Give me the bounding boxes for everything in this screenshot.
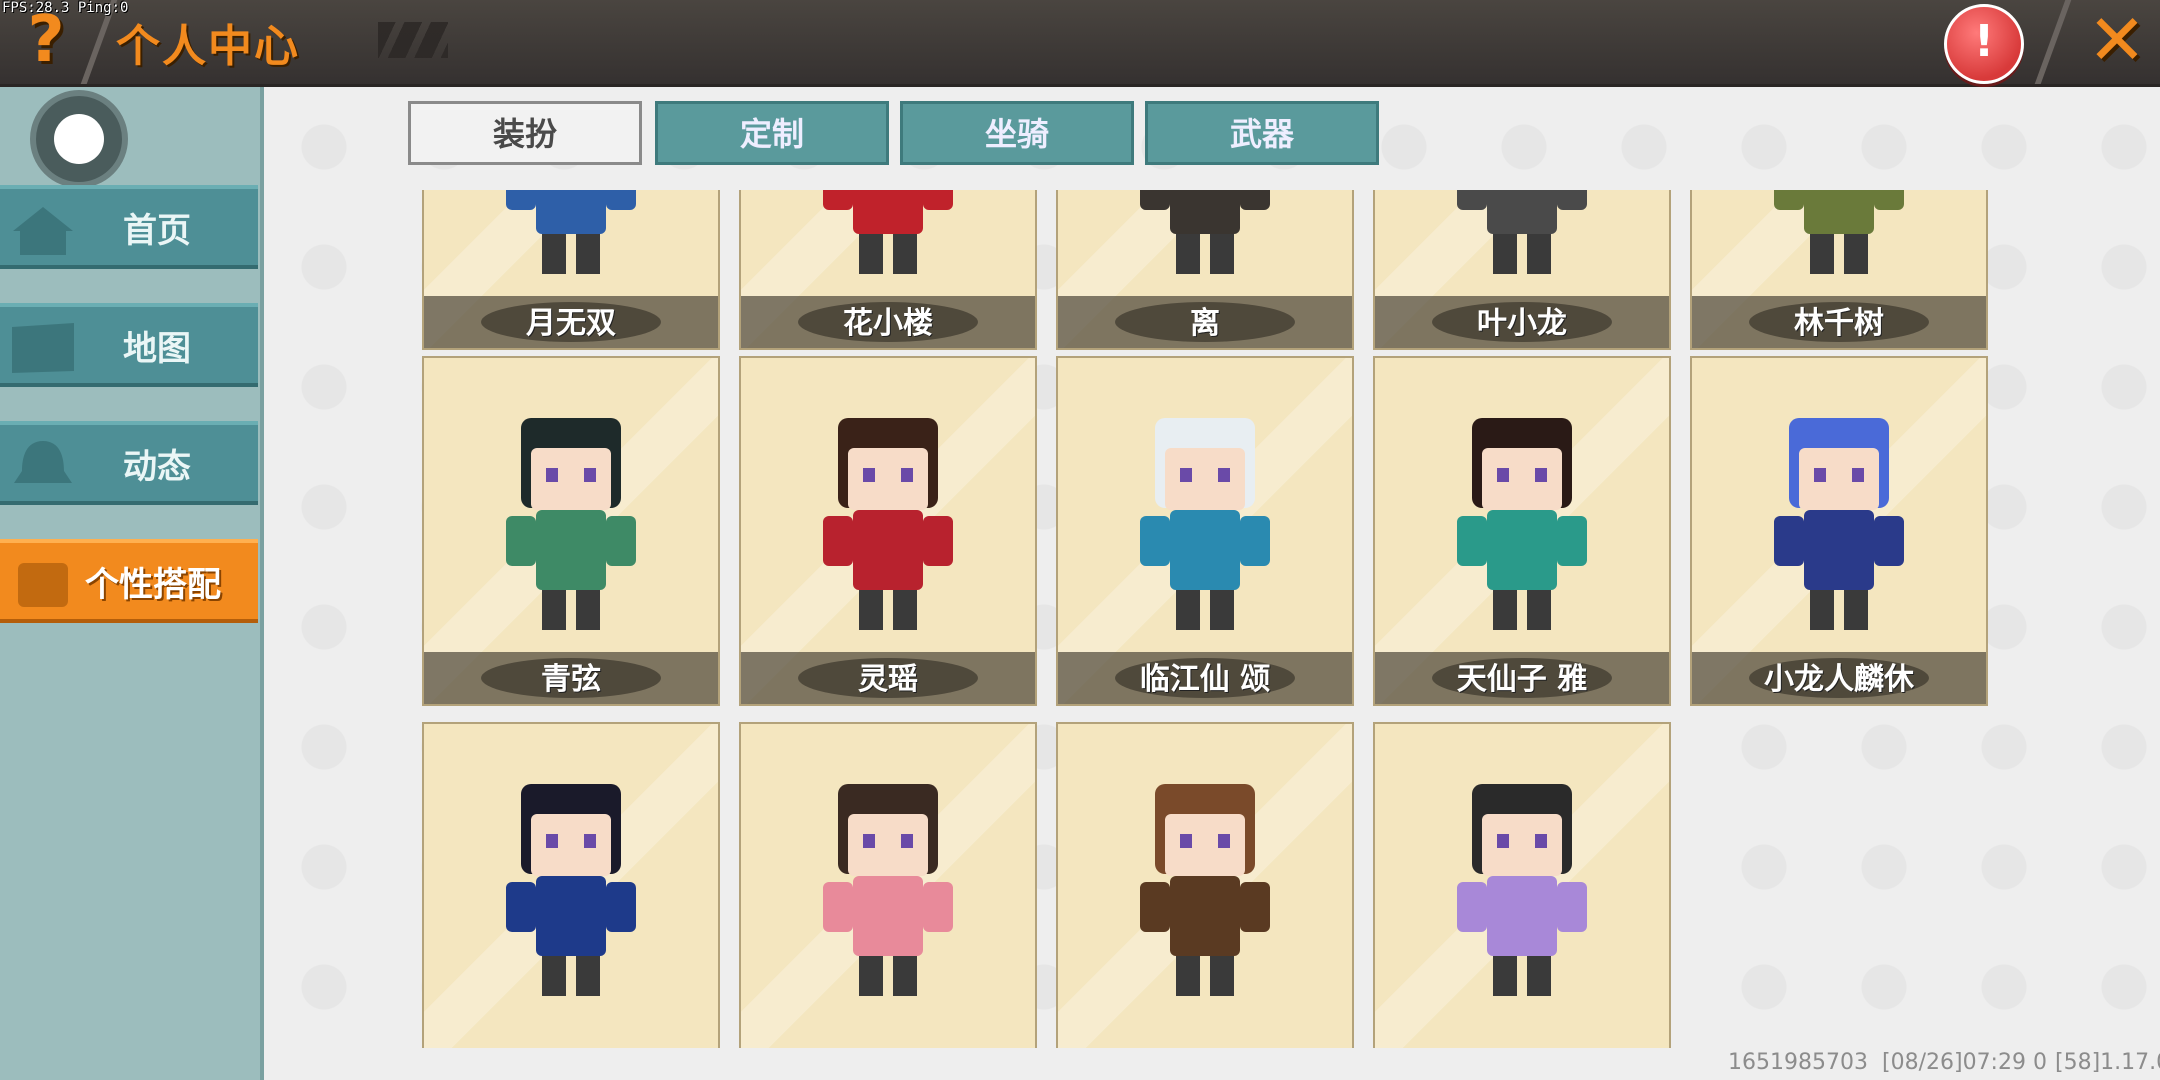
skin-card[interactable]: 临江仙 颂 bbox=[1056, 356, 1354, 706]
toggle-button[interactable] bbox=[30, 90, 128, 188]
skin-card[interactable] bbox=[422, 722, 720, 1048]
debug-overlay: FPS:28.3 Ping:0 bbox=[2, 0, 129, 16]
sidebar-item-feed[interactable]: 动态 bbox=[0, 421, 258, 505]
sidebar-item-label: 地图 bbox=[123, 329, 191, 369]
divider bbox=[2034, 0, 2072, 84]
character-figure bbox=[1457, 190, 1587, 274]
skin-name: 青弦 bbox=[541, 662, 601, 697]
sidebar-item-label: 首页 bbox=[123, 211, 191, 251]
skin-card[interactable]: 月无双 bbox=[422, 190, 720, 350]
user-id: 1651985703 bbox=[1728, 1050, 1868, 1075]
skin-card[interactable]: 天仙子 雅 bbox=[1373, 356, 1671, 706]
tab-outfit[interactable]: 装扮 bbox=[408, 101, 642, 165]
skin-name: 叶小龙 bbox=[1477, 306, 1567, 341]
toggle-knob bbox=[54, 114, 104, 164]
skin-card[interactable]: 灵瑶 bbox=[739, 356, 1037, 706]
skin-name: 天仙子 雅 bbox=[1456, 662, 1588, 697]
skin-name: 小龙人麟休 bbox=[1764, 662, 1914, 697]
skin-name: 花小楼 bbox=[843, 306, 933, 341]
character-figure bbox=[506, 190, 636, 274]
sidebar-item-style[interactable]: 个性搭配 bbox=[0, 539, 258, 623]
sidebar-item-label: 动态 bbox=[123, 447, 191, 487]
tab-custom[interactable]: 定制 bbox=[655, 101, 889, 165]
sidebar-item-label: 个性搭配 bbox=[85, 565, 221, 605]
sidebar-item-home[interactable]: 首页 bbox=[0, 185, 258, 269]
character-figure bbox=[1457, 418, 1587, 630]
character-figure bbox=[823, 784, 953, 996]
character-figure bbox=[823, 190, 953, 274]
character-figure bbox=[1140, 190, 1270, 274]
close-button[interactable]: ✕ bbox=[2082, 2, 2152, 78]
character-figure bbox=[1140, 418, 1270, 630]
character-figure bbox=[1774, 418, 1904, 630]
character-figure bbox=[506, 784, 636, 996]
skin-grid: 月无双 花小楼 离 叶小龙 林千树青弦 灵瑶 临江仙 颂 天仙子 雅 小龙人麟休 bbox=[422, 190, 2002, 1048]
sidebar: 首页 地图 动态 个性搭配 bbox=[0, 87, 264, 1080]
skin-name: 林千树 bbox=[1794, 306, 1884, 341]
skin-name: 月无双 bbox=[526, 306, 616, 341]
skin-card[interactable]: 离 bbox=[1056, 190, 1354, 350]
character-figure bbox=[823, 418, 953, 630]
version-label: [58]1.17.0 bbox=[2055, 1050, 2160, 1075]
skin-card[interactable] bbox=[1373, 722, 1671, 1048]
tab-mount[interactable]: 坐骑 bbox=[900, 101, 1134, 165]
skin-name: 灵瑶 bbox=[858, 662, 918, 697]
timestamp: [08/26]07:29 0 bbox=[1882, 1050, 2047, 1075]
character-figure bbox=[1457, 784, 1587, 996]
top-bar: ? 个人中心 ! ✕ bbox=[0, 0, 2160, 87]
skin-name: 临江仙 颂 bbox=[1139, 662, 1271, 697]
decoration-stripes bbox=[378, 22, 448, 58]
skin-card[interactable]: 林千树 bbox=[1690, 190, 1988, 350]
skin-card[interactable]: 叶小龙 bbox=[1373, 190, 1671, 350]
tab-weapon[interactable]: 武器 bbox=[1145, 101, 1379, 165]
skin-name: 离 bbox=[1190, 306, 1220, 341]
character-figure bbox=[1774, 190, 1904, 274]
character-figure bbox=[506, 418, 636, 630]
skin-card[interactable] bbox=[1056, 722, 1354, 1048]
skin-card[interactable]: 青弦 bbox=[422, 356, 720, 706]
skin-card[interactable]: 小龙人麟休 bbox=[1690, 356, 1988, 706]
page-title: 个人中心 bbox=[116, 21, 300, 72]
skin-card[interactable] bbox=[739, 722, 1037, 1048]
report-button[interactable]: ! bbox=[1944, 4, 2024, 84]
skin-card[interactable]: 花小楼 bbox=[739, 190, 1037, 350]
character-figure bbox=[1140, 784, 1270, 996]
sidebar-item-map[interactable]: 地图 bbox=[0, 303, 258, 387]
